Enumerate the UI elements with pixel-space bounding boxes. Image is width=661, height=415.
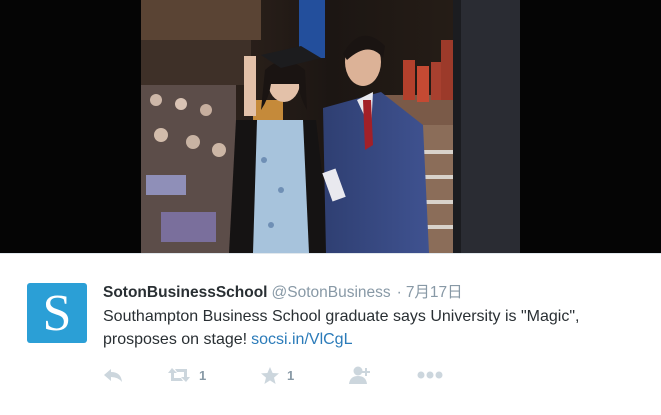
follow-icon bbox=[349, 366, 371, 384]
favorite-button[interactable]: 1 bbox=[261, 365, 294, 385]
tweet-timestamp[interactable]: 7月17日 bbox=[406, 284, 463, 301]
graduation-photo[interactable] bbox=[141, 0, 520, 253]
reply-button[interactable] bbox=[103, 365, 123, 385]
more-icon bbox=[417, 371, 443, 379]
tweet-actions: 1 1 bbox=[103, 365, 503, 385]
reply-icon bbox=[103, 367, 123, 383]
display-name[interactable]: SotonBusinessSchool bbox=[103, 284, 268, 301]
favorite-count: 1 bbox=[287, 367, 295, 383]
screen-name[interactable]: @SotonBusiness bbox=[272, 284, 391, 301]
tweet-link[interactable]: socsi.in/VlCgL bbox=[251, 331, 352, 348]
retweet-button[interactable]: 1 bbox=[167, 365, 206, 385]
tweet-card: S SotonBusinessSchool @SotonBusiness · 7月17… bbox=[0, 253, 661, 415]
tweet-screenshot: S SotonBusinessSchool @SotonBusiness · 7月17… bbox=[0, 0, 661, 415]
tweet-media[interactable] bbox=[0, 0, 661, 253]
follow-button[interactable] bbox=[349, 365, 371, 385]
avatar-logo-letter: S bbox=[42, 285, 72, 342]
retweet-count: 1 bbox=[199, 367, 207, 383]
retweet-icon bbox=[167, 367, 191, 383]
header-separator: · bbox=[396, 284, 402, 301]
tweet-header: SotonBusinessSchool @SotonBusiness · 7月17日 bbox=[103, 283, 463, 303]
tweet-text: Southampton Business School graduate say… bbox=[103, 305, 648, 351]
more-button[interactable] bbox=[417, 365, 443, 385]
avatar[interactable]: S bbox=[27, 283, 87, 343]
star-icon bbox=[261, 366, 279, 384]
